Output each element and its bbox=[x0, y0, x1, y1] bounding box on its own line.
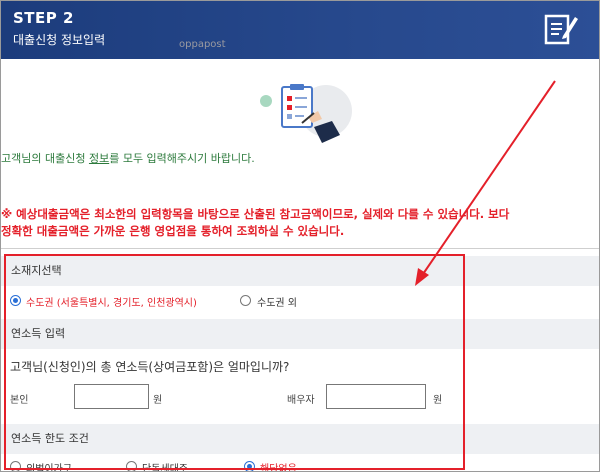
notice-text: ※ 예상대출금액은 최소한의 입력항목을 바탕으로 산출된 참고금액이므로, 실… bbox=[1, 206, 599, 240]
step-header: STEP 2 대출신청 정보입력 bbox=[1, 1, 599, 59]
watermark: oppapost bbox=[179, 39, 226, 50]
highlight-box bbox=[4, 254, 465, 470]
intro-text-part: 를 모두 입력해주시기 바랍니다. bbox=[109, 152, 255, 165]
notice-line: 정확한 대출금액은 가까운 은행 영업점을 통하여 조회하실 수 있습니다. bbox=[1, 224, 345, 238]
checklist-illustration bbox=[260, 84, 352, 143]
document-edit-icon bbox=[544, 14, 578, 45]
intro-text-part: 고객님의 대출신청 bbox=[1, 152, 89, 165]
page-frame: STEP 2 대출신청 정보입력 oppapost 고객님의 대출신청 정보를 … bbox=[0, 0, 600, 472]
divider bbox=[1, 248, 599, 249]
step-title: 대출신청 정보입력 bbox=[13, 33, 106, 47]
step-number: STEP 2 bbox=[13, 9, 74, 27]
intro-text: 고객님의 대출신청 정보를 모두 입력해주시기 바랍니다. bbox=[1, 150, 255, 166]
intro-text-emphasis: 정보 bbox=[88, 152, 110, 165]
notice-line: ※ 예상대출금액은 최소한의 입력항목을 바탕으로 산출된 참고금액이므로, 실… bbox=[1, 207, 510, 221]
